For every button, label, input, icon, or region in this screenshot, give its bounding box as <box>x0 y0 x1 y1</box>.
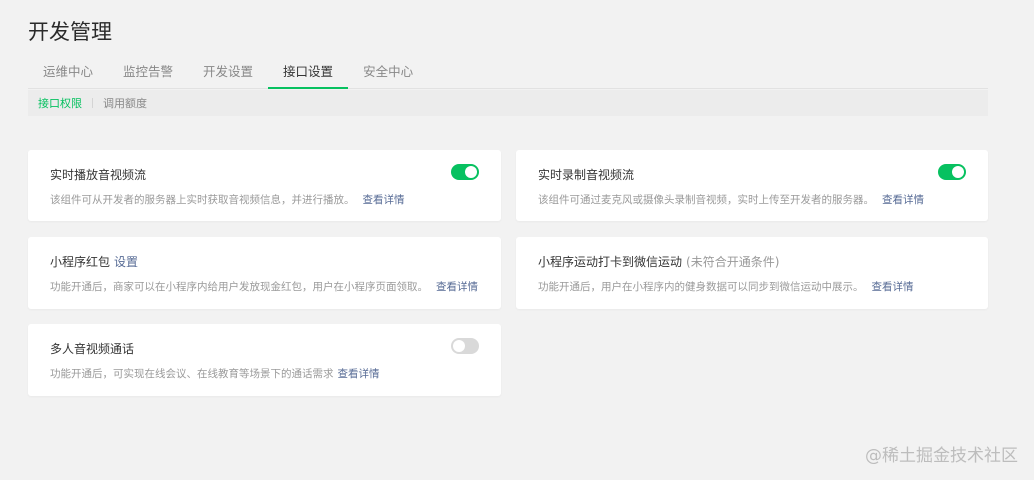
card-description: 功能开通后，用户在小程序内的健身数据可以同步到微信运动中展示。 查看详情 <box>538 279 914 294</box>
tab-monitoring[interactable]: 监控告警 <box>108 58 188 89</box>
card-desc-text: 功能开通后，可实现在线会议、在线教育等场景下的通话需求 <box>50 368 334 380</box>
details-link[interactable]: 查看详情 <box>872 281 914 293</box>
card-title-text: 小程序运动打卡到微信运动 <box>538 255 683 269</box>
card-title-text: 实时录制音视频流 <box>538 168 635 182</box>
card-title: 多人音视频通话 <box>50 340 134 357</box>
subtab-api-permissions[interactable]: 接口权限 <box>38 95 82 111</box>
card-desc-text: 该组件可从开发者的服务器上实时获取音视频信息，并进行播放。 <box>50 194 355 206</box>
tab-api-settings[interactable]: 接口设置 <box>268 58 349 89</box>
details-link[interactable]: 查看详情 <box>436 281 478 293</box>
card-description: 功能开通后，商家可以在小程序内给用户发放现金红包，用户在小程序页面领取。 查看详情 <box>50 279 478 294</box>
card-title: 实时播放音视频流 <box>50 166 146 183</box>
settings-link[interactable]: 设置 <box>114 255 138 269</box>
feature-card-werun: 小程序运动打卡到微信运动 (未符合开通条件) 功能开通后，用户在小程序内的健身数据… <box>516 237 988 309</box>
feature-toggle[interactable] <box>451 164 479 180</box>
tab-security-center[interactable]: 安全中心 <box>348 58 428 89</box>
subtab-call-quota[interactable]: 调用额度 <box>103 95 147 111</box>
main-tabs: 运维中心 监控告警 开发设置 接口设置 安全中心 <box>28 58 988 89</box>
card-desc-text: 功能开通后，用户在小程序内的健身数据可以同步到微信运动中展示。 <box>538 281 864 293</box>
feature-toggle[interactable] <box>938 164 966 180</box>
card-title: 小程序运动打卡到微信运动 (未符合开通条件) <box>538 253 779 270</box>
tab-ops-center[interactable]: 运维中心 <box>28 58 108 89</box>
page-title: 开发管理 <box>28 20 112 44</box>
subtab-divider <box>92 98 93 108</box>
card-desc-text: 该组件可通过麦克风或摄像头录制音视频，实时上传至开发者的服务器。 <box>538 194 874 206</box>
watermark: @稀土掘金技术社区 <box>865 446 1018 466</box>
tab-dev-settings[interactable]: 开发设置 <box>188 58 268 89</box>
ineligible-note: (未符合开通条件) <box>686 255 780 269</box>
card-description: 功能开通后，可实现在线会议、在线教育等场景下的通话需求 查看详情 <box>50 366 380 381</box>
feature-card-live-play: 实时播放音视频流 该组件可从开发者的服务器上实时获取音视频信息，并进行播放。 查看… <box>28 150 501 221</box>
sub-tabs: 接口权限 调用额度 <box>28 90 988 116</box>
card-title-text: 小程序红包 <box>50 255 111 269</box>
card-title: 实时录制音视频流 <box>538 166 634 183</box>
card-title: 小程序红包 设置 <box>50 253 138 270</box>
feature-card-live-record: 实时录制音视频流 该组件可通过麦克风或摄像头录制音视频，实时上传至开发者的服务器… <box>516 150 988 221</box>
card-description: 该组件可从开发者的服务器上实时获取音视频信息，并进行播放。 查看详情 <box>50 192 405 207</box>
feature-toggle[interactable] <box>451 338 479 354</box>
toggle-knob <box>453 340 465 352</box>
details-link[interactable]: 查看详情 <box>882 194 924 206</box>
toggle-knob <box>465 166 477 178</box>
feature-card-multi-call: 多人音视频通话 功能开通后，可实现在线会议、在线教育等场景下的通话需求 查看详情 <box>28 324 501 396</box>
feature-card-red-packet: 小程序红包 设置 功能开通后，商家可以在小程序内给用户发放现金红包，用户在小程序页… <box>28 237 501 309</box>
toggle-knob <box>952 166 964 178</box>
details-link[interactable]: 查看详情 <box>363 194 405 206</box>
card-description: 该组件可通过麦克风或摄像头录制音视频，实时上传至开发者的服务器。 查看详情 <box>538 192 924 207</box>
details-link[interactable]: 查看详情 <box>338 368 380 380</box>
card-title-text: 实时播放音视频流 <box>50 168 147 182</box>
card-desc-text: 功能开通后，商家可以在小程序内给用户发放现金红包，用户在小程序页面领取。 <box>50 281 428 293</box>
card-title-text: 多人音视频通话 <box>50 342 135 356</box>
